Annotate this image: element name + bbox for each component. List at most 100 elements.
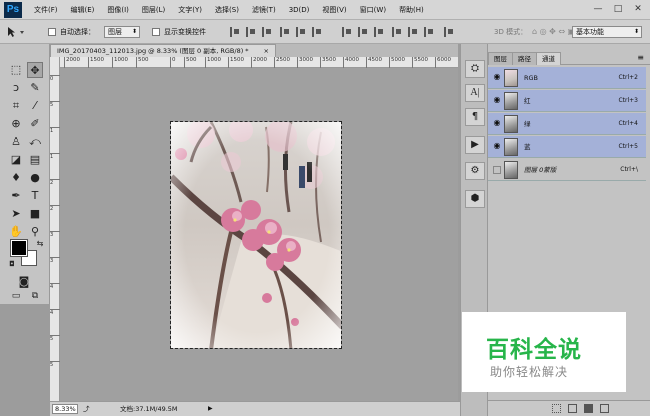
brush-tool-icon[interactable]: ✐	[27, 116, 43, 132]
move-tool-preset-icon[interactable]	[6, 26, 28, 38]
tab-layers[interactable]: 图层	[488, 52, 513, 65]
channel-row-green[interactable]: ◉ 绿 Ctrl+4	[488, 113, 646, 135]
vertical-ruler[interactable]: 0 5 1 1 2 2 3 3 4 4 5 5	[50, 57, 60, 401]
menu-image[interactable]: 图像(I)	[107, 0, 129, 20]
screen-mode-icon[interactable]: ▭	[8, 288, 24, 304]
align-vcenter-icon[interactable]	[246, 27, 256, 37]
channel-row-red[interactable]: ◉ 红 Ctrl+3	[488, 90, 646, 112]
paragraph-panel-icon[interactable]: ¶	[465, 108, 485, 126]
swatches-panel-icon[interactable]: ⚙	[465, 162, 485, 180]
distribute-vcenter-icon[interactable]	[358, 27, 368, 37]
3d-panel-icon[interactable]: ⬢	[465, 190, 485, 208]
v-ruler-tick: 4	[50, 283, 60, 290]
save-selection-icon[interactable]	[568, 404, 577, 413]
maximize-button[interactable]: □	[610, 3, 626, 15]
menu-edit[interactable]: 编辑(E)	[71, 0, 95, 20]
v-ruler-tick: 1	[50, 153, 60, 160]
align-left-icon[interactable]	[280, 27, 290, 37]
close-window-button[interactable]: ✕	[630, 3, 646, 15]
change-screen-mode-icon[interactable]: ⧉	[27, 288, 43, 304]
crop-tool-icon[interactable]: ⌗	[8, 98, 24, 114]
tab-paths[interactable]: 路径	[512, 52, 537, 65]
menu-file[interactable]: 文件(F)	[34, 0, 58, 20]
menu-filter[interactable]: 滤镜(T)	[252, 0, 276, 20]
channel-row-layer-mask[interactable]: 图层 0蒙版 Ctrl+\	[488, 159, 646, 181]
show-transform-checkbox[interactable]	[152, 28, 160, 36]
history-panel-icon[interactable]: ⛭	[465, 60, 485, 78]
3d-mode-label: 3D 模式：	[494, 28, 528, 36]
zoom-level-field[interactable]: 8.33%	[52, 404, 78, 414]
foreground-color-swatch[interactable]	[10, 239, 28, 257]
panel-footer	[488, 400, 650, 416]
status-menu-arrow-icon[interactable]: ▶	[208, 402, 213, 416]
hand-tool-icon[interactable]: ✋	[8, 224, 24, 240]
eraser-tool-icon[interactable]: ◪	[8, 152, 24, 168]
align-bottom-icon[interactable]	[262, 27, 272, 37]
align-top-icon[interactable]	[230, 27, 240, 37]
document-tab[interactable]: IMG_20170403_112013.jpg @ 8.33% (图层 0 副本…	[50, 44, 276, 57]
rectangle-tool-icon[interactable]: ■	[27, 206, 43, 222]
eye-icon[interactable]: ◉	[492, 141, 502, 151]
minimize-button[interactable]: —	[590, 3, 606, 15]
gradient-tool-icon[interactable]: ▤	[27, 152, 43, 168]
swap-colors-icon[interactable]: ⇆	[32, 236, 48, 252]
distribute-top-icon[interactable]	[342, 27, 352, 37]
distribute-right-icon[interactable]	[424, 27, 434, 37]
channel-name: 绿	[524, 120, 531, 128]
quick-select-tool-icon[interactable]: ✎	[27, 80, 43, 96]
close-icon[interactable]: ×	[264, 45, 269, 57]
auto-align-icon[interactable]	[444, 27, 454, 37]
lasso-tool-icon[interactable]: ↄ	[8, 80, 24, 96]
panel-menu-icon[interactable]: ≡	[637, 52, 644, 64]
channel-row-blue[interactable]: ◉ 蓝 Ctrl+5	[488, 136, 646, 158]
menu-select[interactable]: 选择(S)	[215, 0, 239, 20]
auto-select-checkbox[interactable]	[48, 28, 56, 36]
dodge-tool-icon[interactable]: ●	[27, 170, 43, 186]
eye-icon[interactable]: ◉	[492, 72, 502, 82]
plum-blossom-photo	[171, 122, 341, 348]
auto-select-checkbox-wrap[interactable]: 自动选择：	[48, 20, 95, 44]
show-transform-checkbox-wrap[interactable]: 显示变换控件	[152, 20, 206, 44]
eye-icon[interactable]: ◉	[492, 95, 502, 105]
menu-help[interactable]: 帮助(H)	[399, 0, 424, 20]
align-hcenter-icon[interactable]	[296, 27, 306, 37]
auto-select-target-dropdown[interactable]: 图层 ⬍	[104, 26, 140, 38]
distribute-left-icon[interactable]	[392, 27, 402, 37]
character-panel-icon[interactable]: A|	[465, 84, 485, 102]
horizontal-ruler[interactable]: 2000 1500 1000 500 0 500 1000 1500 2000 …	[60, 57, 458, 68]
marquee-tool-icon[interactable]: ⬚	[8, 62, 24, 78]
menu-type[interactable]: 文字(Y)	[178, 0, 202, 20]
actions-panel-icon[interactable]: ▶	[465, 136, 485, 154]
move-tool-icon[interactable]: ✥	[27, 62, 43, 78]
menu-layer[interactable]: 图层(L)	[142, 0, 165, 20]
h-ruler-tick: 5500	[412, 57, 428, 68]
clone-stamp-tool-icon[interactable]: ♙	[8, 134, 24, 150]
share-icon[interactable]: ⤴	[83, 402, 90, 416]
eyedropper-tool-icon[interactable]: ⁄	[27, 98, 43, 114]
document-image[interactable]	[170, 121, 342, 349]
canvas-area[interactable]	[60, 68, 458, 401]
distribute-hcenter-icon[interactable]	[408, 27, 418, 37]
distribute-bottom-icon[interactable]	[374, 27, 384, 37]
menu-3d[interactable]: 3D(D)	[289, 0, 310, 20]
healing-brush-tool-icon[interactable]: ⊕	[8, 116, 24, 132]
delete-channel-icon[interactable]	[600, 404, 609, 413]
load-selection-icon[interactable]	[552, 404, 561, 413]
menu-view[interactable]: 视图(V)	[322, 0, 346, 20]
align-right-icon[interactable]	[312, 27, 322, 37]
h-ruler-tick: 2500	[274, 57, 290, 68]
blur-tool-icon[interactable]: ♦	[8, 170, 24, 186]
workspace-dropdown[interactable]: 基本功能 ⬍	[572, 26, 642, 38]
pen-tool-icon[interactable]: ✒	[8, 188, 24, 204]
visibility-toggle[interactable]	[493, 166, 501, 174]
history-brush-tool-icon[interactable]: ⤺	[27, 134, 43, 150]
type-tool-icon[interactable]: T	[27, 188, 43, 204]
path-select-tool-icon[interactable]: ➤	[8, 206, 24, 222]
tab-channels[interactable]: 通道	[536, 52, 561, 65]
default-colors-icon[interactable]: ◘	[4, 256, 20, 272]
channel-shortcut: Ctrl+4	[618, 120, 638, 127]
channel-row-rgb[interactable]: ◉ RGB Ctrl+2	[488, 67, 646, 89]
menu-window[interactable]: 窗口(W)	[360, 0, 386, 20]
eye-icon[interactable]: ◉	[492, 118, 502, 128]
new-channel-icon[interactable]	[584, 404, 593, 413]
